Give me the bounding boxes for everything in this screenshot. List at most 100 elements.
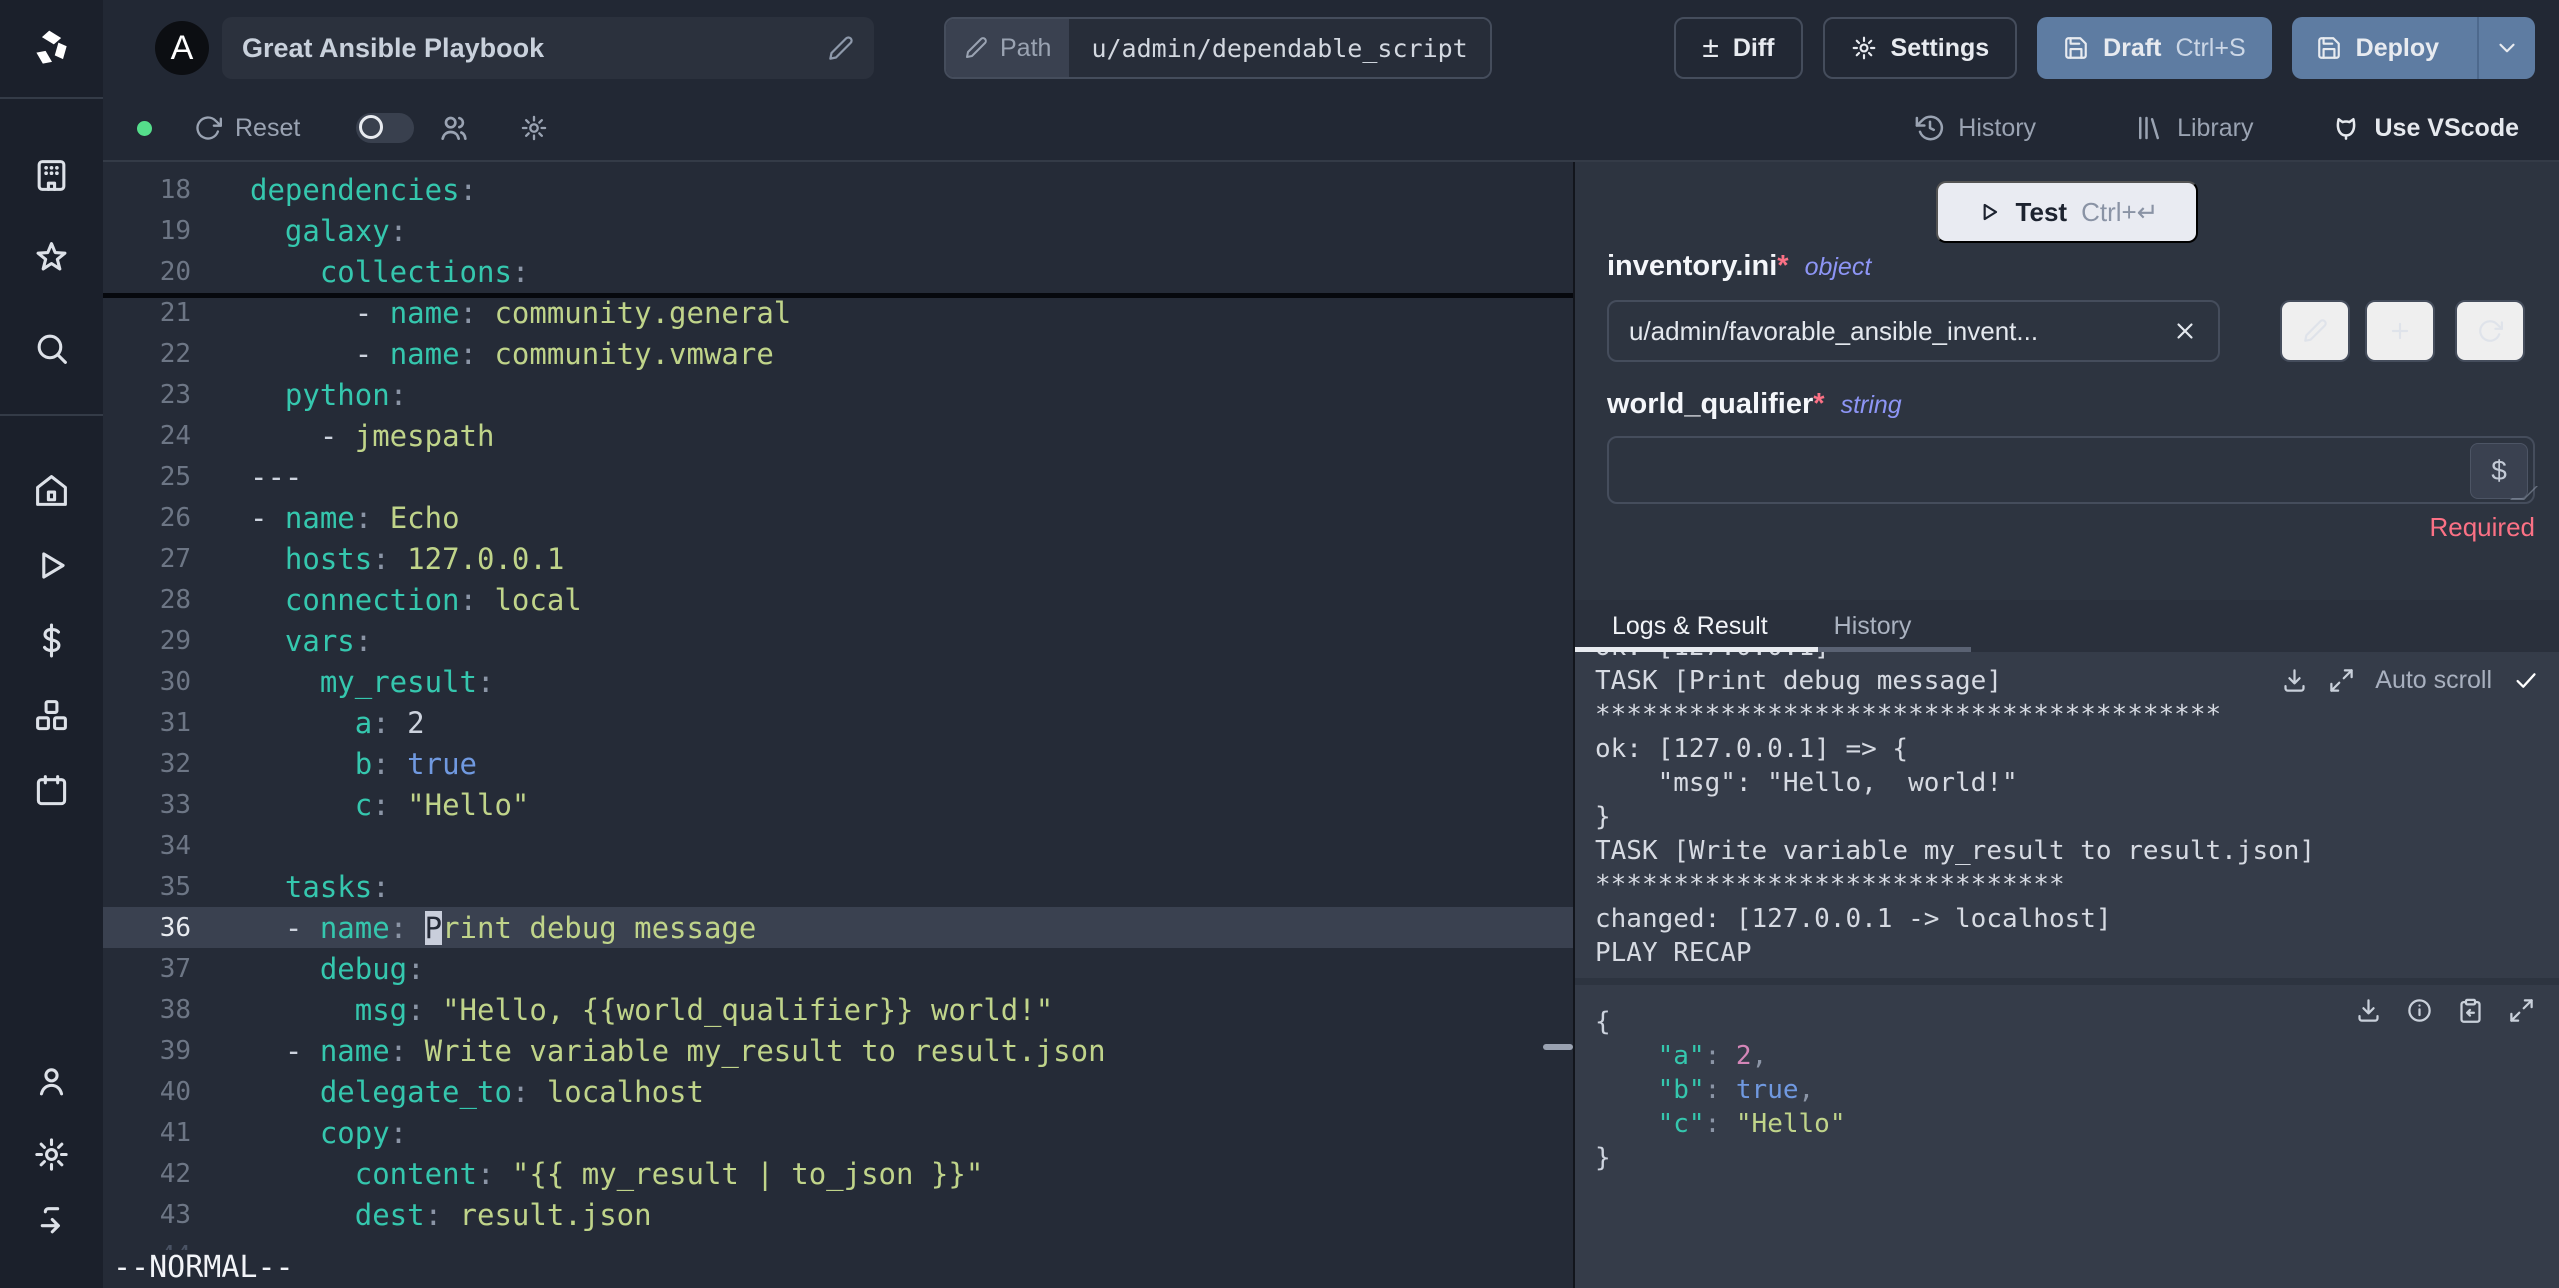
windmill-logo-icon[interactable] bbox=[0, 0, 103, 99]
sidebar-item-runs[interactable] bbox=[0, 542, 103, 588]
test-shortcut: Ctrl+↵ bbox=[2081, 196, 2159, 227]
sidebar-item-settings[interactable] bbox=[0, 1131, 103, 1177]
inventory-edit-button[interactable] bbox=[2280, 300, 2350, 362]
editor-scrollbar-thumb[interactable] bbox=[1543, 1044, 1573, 1050]
log-line: ok: [127.0.0.1] bbox=[1595, 652, 2539, 664]
save-icon bbox=[2317, 37, 2340, 59]
code-line[interactable]: 34 bbox=[103, 825, 1573, 866]
code-line[interactable]: 25 --- bbox=[103, 456, 1573, 497]
code-line[interactable]: 42 content: "{{ my_result | to_json }}" bbox=[103, 1153, 1573, 1194]
vim-mode: --NORMAL-- bbox=[113, 1250, 294, 1285]
code-line[interactable]: 27 hosts: 127.0.0.1 bbox=[103, 538, 1573, 579]
code-line[interactable]: 20 collections: bbox=[103, 251, 1573, 292]
star-icon bbox=[36, 241, 67, 270]
world-qualifier-input[interactable]: $ bbox=[1607, 436, 2538, 504]
gear-icon bbox=[35, 1137, 68, 1171]
settings-button[interactable]: Settings bbox=[1822, 17, 2018, 79]
diff-mode-toggle[interactable] bbox=[356, 113, 415, 143]
inventory-refresh-button[interactable] bbox=[2455, 300, 2525, 362]
download-icon[interactable] bbox=[2355, 997, 2382, 1024]
code-line[interactable]: 36 - name: Print debug message bbox=[103, 907, 1573, 948]
code-editor[interactable]: 18 dependencies: 19 galaxy: 20 collections:… bbox=[103, 162, 1575, 1288]
sidebar-item-resources[interactable] bbox=[0, 692, 103, 738]
app-window: A Great Ansible Playbook Path u/admin/de… bbox=[0, 0, 2559, 1288]
code-line[interactable]: 33 c: "Hello" bbox=[103, 784, 1573, 825]
log-controls: Auto scroll bbox=[2281, 666, 2539, 695]
deploy-dropdown[interactable] bbox=[2477, 17, 2535, 79]
line-number: 21 bbox=[159, 297, 191, 328]
logs-viewer[interactable]: ok: [127.0.0.1]TASK [Print debug message… bbox=[1575, 652, 2559, 978]
deploy-button[interactable]: Deploy bbox=[2291, 17, 2535, 79]
history-button[interactable]: History bbox=[1915, 113, 2036, 143]
code-line[interactable]: 30 my_result: bbox=[103, 661, 1573, 702]
inventory-value-input[interactable] bbox=[1629, 315, 2160, 347]
world-qualifier-textarea[interactable] bbox=[1609, 438, 2533, 502]
reset-button[interactable]: Reset bbox=[194, 114, 300, 143]
home-icon bbox=[36, 474, 67, 506]
sidebar-item-workspace[interactable] bbox=[0, 152, 103, 198]
sidebar-item-home[interactable] bbox=[0, 467, 103, 513]
editor-settings-button[interactable] bbox=[520, 114, 548, 142]
code-line[interactable]: 31 a: 2 bbox=[103, 702, 1573, 743]
code-line[interactable]: 28 connection: local bbox=[103, 579, 1573, 620]
line-number: 28 bbox=[159, 584, 191, 615]
inventory-input[interactable] bbox=[1607, 300, 2220, 362]
result-viewer[interactable]: { "a": 2, "b": true, "c": "Hello"} bbox=[1575, 985, 2559, 1288]
code-line[interactable]: 26- name: Echo bbox=[103, 497, 1573, 538]
top-bar: A Great Ansible Playbook Path u/admin/de… bbox=[103, 0, 2559, 96]
line-number: 43 bbox=[159, 1199, 191, 1230]
code-line[interactable]: 22 - name: community.vmware bbox=[103, 333, 1573, 374]
code-line[interactable]: 23 python: bbox=[103, 374, 1573, 415]
tab-history[interactable]: History bbox=[1834, 612, 1912, 641]
sidebar-item-logout[interactable] bbox=[0, 1196, 103, 1242]
code-line[interactable]: 24 - jmespath bbox=[103, 415, 1573, 456]
use-vscode-button[interactable]: Use VScode bbox=[2331, 113, 2519, 143]
line-number: 37 bbox=[159, 953, 191, 984]
result-line: "a": 2, bbox=[1657, 1041, 1768, 1071]
library-icon bbox=[2139, 116, 2160, 140]
expand-icon[interactable] bbox=[2508, 997, 2535, 1024]
code-line[interactable]: 40 delegate_to: localhost bbox=[103, 1071, 1573, 1112]
field-type: object bbox=[1804, 253, 1872, 281]
diff-button[interactable]: ± Diff bbox=[1674, 17, 1803, 79]
test-button[interactable]: Test Ctrl+↵ bbox=[1936, 181, 2198, 243]
sidebar-item-favorites[interactable] bbox=[0, 234, 103, 280]
collaborators-button[interactable] bbox=[438, 112, 470, 144]
download-icon[interactable] bbox=[2281, 667, 2308, 694]
tab-logs-result[interactable]: Logs & Result bbox=[1612, 612, 1768, 641]
code-line[interactable]: 19 galaxy: bbox=[103, 210, 1573, 251]
code-line[interactable]: 21 - name: community.general bbox=[103, 292, 1573, 333]
draft-button[interactable]: Draft Ctrl+S bbox=[2037, 17, 2272, 79]
line-number: 33 bbox=[159, 789, 191, 820]
code-line[interactable]: 29 vars: bbox=[103, 620, 1573, 661]
clipboard-copy-icon[interactable] bbox=[2457, 997, 2484, 1024]
code-line[interactable]: 38 msg: "Hello, {{world_qualifier}} worl… bbox=[103, 989, 1573, 1030]
line-number: 41 bbox=[159, 1117, 191, 1148]
editor-pane-splitter[interactable] bbox=[103, 293, 1573, 298]
path-edit-button[interactable]: Path bbox=[946, 19, 1070, 77]
line-number: 30 bbox=[159, 666, 191, 697]
code-line[interactable]: 37 debug: bbox=[103, 948, 1573, 989]
code-line[interactable]: 43 dest: result.json bbox=[103, 1194, 1573, 1235]
edit-pencil-icon[interactable] bbox=[827, 35, 854, 62]
sidebar-item-schedules[interactable] bbox=[0, 767, 103, 813]
code-line[interactable]: 35 tasks: bbox=[103, 866, 1573, 907]
code-line[interactable]: 32 b: true bbox=[103, 743, 1573, 784]
library-button[interactable]: Library bbox=[2134, 113, 2253, 143]
path-chip[interactable]: Path u/admin/dependable_script bbox=[944, 17, 1492, 79]
expand-icon[interactable] bbox=[2328, 667, 2355, 694]
line-number: 26 bbox=[159, 502, 191, 533]
code-line[interactable]: 41 copy: bbox=[103, 1112, 1573, 1153]
play-icon bbox=[1983, 203, 1997, 221]
check-icon[interactable] bbox=[2512, 667, 2539, 694]
code-line[interactable]: 18 dependencies: bbox=[103, 169, 1573, 210]
code-line[interactable]: 39 - name: Write variable my_result to r… bbox=[103, 1030, 1573, 1071]
sidebar-item-variables[interactable] bbox=[0, 617, 103, 663]
inventory-add-button[interactable] bbox=[2365, 300, 2435, 362]
script-title-field[interactable]: Great Ansible Playbook bbox=[222, 17, 874, 79]
sidebar-divider bbox=[0, 414, 103, 416]
sidebar-item-account[interactable] bbox=[0, 1058, 103, 1104]
sidebar-item-search[interactable] bbox=[0, 325, 103, 371]
info-icon[interactable] bbox=[2406, 997, 2433, 1024]
clear-x-icon[interactable] bbox=[2172, 318, 2198, 344]
